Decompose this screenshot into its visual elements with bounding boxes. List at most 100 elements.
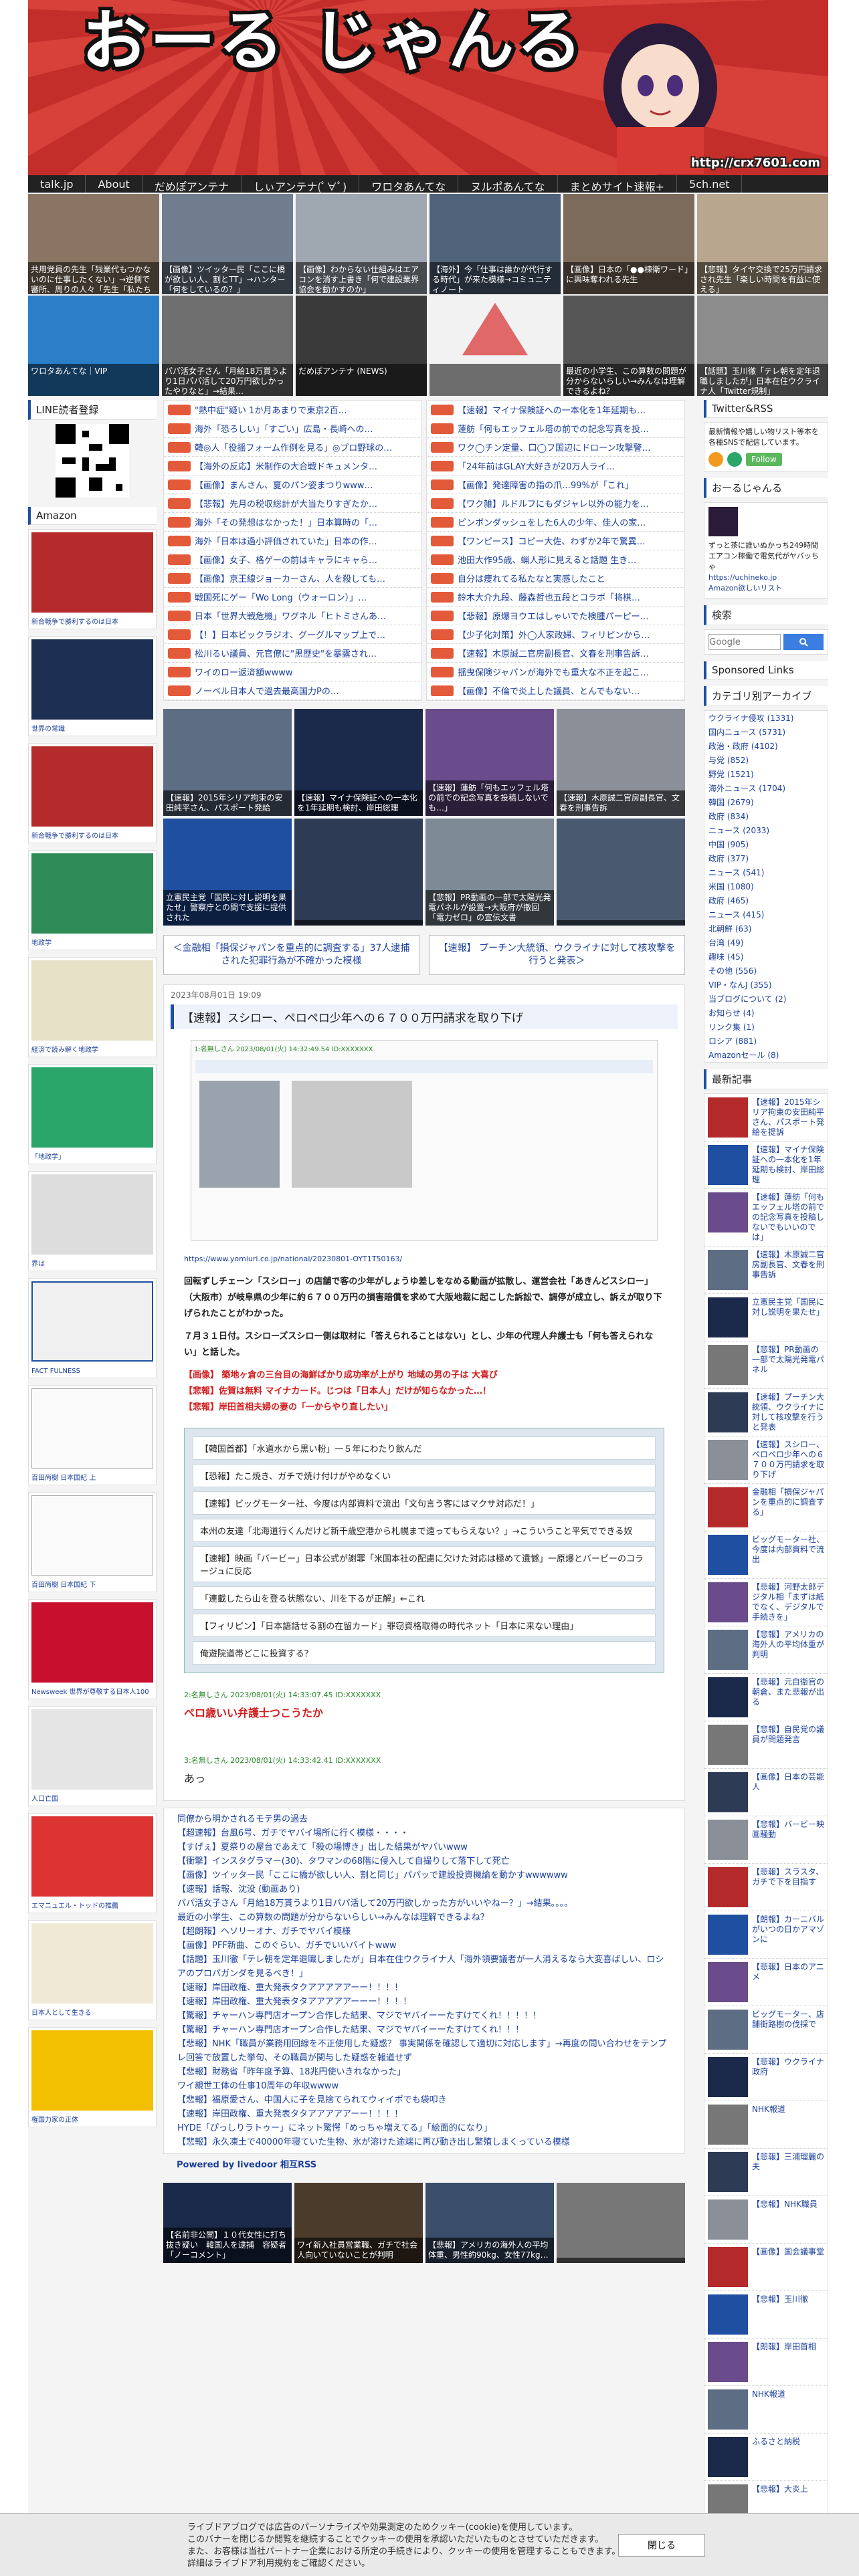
related-link[interactable]: 【悲報】福原愛さん、中国人に子を見捨てられてウィイポでも袋叩き xyxy=(177,2093,671,2107)
news-item[interactable]: 【画像】まんさん、夏のパン姿まつりwww… xyxy=(164,475,421,494)
category-item[interactable]: 中国 (905) xyxy=(704,837,828,851)
search-button[interactable] xyxy=(783,634,824,650)
related-link-item[interactable]: 「連載したら山を登る状態ない、川を下るが正解」←これ xyxy=(193,1586,656,1610)
related-link[interactable]: 【速報】話報、沈没 (動画あり) xyxy=(177,1883,671,1897)
related-link[interactable]: 【話題】玉川徹「テレ朝を定年退職しましたが」日本在住ウクライナ人「海外領要議者が… xyxy=(177,1953,671,1981)
category-item[interactable]: ロシア (881) xyxy=(704,1034,828,1048)
recent-article[interactable]: 【速報】スシロー、ペロペロ少年への６７００万円請求を取り下げ xyxy=(704,1436,828,1484)
antenna-card[interactable] xyxy=(430,296,561,396)
news-item[interactable]: 蓮舫「何もエッフェル塔の前での記念写真を投… xyxy=(427,419,684,438)
category-item[interactable]: ニュース (2033) xyxy=(704,823,828,837)
recent-article[interactable]: 【画像】日本の芸能人 xyxy=(704,1769,828,1816)
category-item[interactable]: 国内ニュース (5731) xyxy=(704,725,828,739)
image-card[interactable]: 【速報】2015年シリア拘束の安田純平さん、パスポート発給 xyxy=(163,709,292,816)
related-link[interactable]: 【速報】岸田政権、重大発表タタアアアアアーーー！！！！ xyxy=(177,1995,671,2009)
image-card[interactable] xyxy=(557,2183,685,2263)
category-item[interactable]: 政府 (834) xyxy=(704,809,828,823)
category-item[interactable]: 北朝鮮 (63) xyxy=(704,922,828,936)
recent-article[interactable]: 金融相「損保ジャパンを重点的に調査する」 xyxy=(704,1484,828,1531)
book-ad[interactable]: 権国力家の正体 xyxy=(28,2027,157,2127)
news-item[interactable]: 「24年前はGLAY大好きが20万人ライ… xyxy=(427,457,684,475)
antenna-card[interactable]: 【悲報】タイヤ交換で25万円請求され先生「楽しい時間を有益に使える」 xyxy=(697,194,828,294)
news-item[interactable]: 松川るい議員、元官僚に"黒歴史"を暴露され… xyxy=(164,644,421,663)
book-ad[interactable]: 新合戦争で勝利するのは日本 xyxy=(28,743,157,843)
recent-article[interactable]: 【悲報】日本のアニメ xyxy=(704,1959,828,2006)
book-ad[interactable]: 世界の常識 xyxy=(28,636,157,736)
recent-article[interactable]: ビッグモーター社、今度は内部資料で流出 xyxy=(704,1531,828,1579)
follow-button[interactable]: Follow xyxy=(746,453,782,466)
image-card[interactable]: 【速報】蓮舫「何もエッフェル塔の前での記念写真を投稿しないでも…」 xyxy=(425,709,554,816)
recent-article[interactable]: 【速報】2015年シリア拘束の安田純平さん、パスポート発給を提訴 xyxy=(704,1094,828,1142)
recent-article[interactable]: 【悲報】三浦瑠麗の夫 xyxy=(704,2149,828,2196)
antenna-card[interactable]: 最近の小学生、この算数の問題が分からないらしい→みんなは理解できるよね？ xyxy=(563,296,694,396)
news-item[interactable]: 【画像】発達障害の指の爪…99%が「これ」 xyxy=(427,475,684,494)
related-link-item[interactable]: 【速報】映画「バービー」日本公式が謝罪「米国本社の配慮に欠けた対応は極めて遺憾」… xyxy=(193,1546,656,1582)
book-ad[interactable]: 百田尚樹 日本国紀 上 xyxy=(28,1385,157,1485)
related-link[interactable]: 最近の小学生、この算数の問題が分からないらしい→みんなは理解できるよね？ xyxy=(177,1911,671,1925)
image-card[interactable]: 立憲民主党「国民に対し説明を果たせ」警察庁との間で支援に提供された xyxy=(163,819,292,926)
site-header[interactable]: おーる じゃんる http://crx7601.com xyxy=(28,0,828,175)
news-item[interactable]: 【速報】木原誠二官房副長官、文春を刑事告訴… xyxy=(427,644,684,663)
recent-article[interactable]: 【悲報】玉川徹 xyxy=(704,2291,828,2339)
news-item[interactable]: 【少子化対策】外◯人家政婦、フィリピンから… xyxy=(427,625,684,644)
antenna-card[interactable]: 共用党員の先生「残業代もつかないのに仕事したくない」→逆側で審所、周りの人々「先… xyxy=(28,194,159,294)
related-link[interactable]: 【画像】ツイッター民「ここに橋が欲しい人、割と同じ」パパッで建設投資機論を動かす… xyxy=(177,1868,671,1883)
nav-item[interactable]: ヌルポあんてな xyxy=(458,175,558,193)
nav-item[interactable]: 5ch.net xyxy=(677,175,743,193)
related-link[interactable]: 【衝撃】インスタグラマー(30)、タワマンの68階に侵入して自撮りして落下して死… xyxy=(177,1854,671,1868)
news-item[interactable]: ノーベル日本人で過去最高国力Pの… xyxy=(164,681,421,700)
category-item[interactable]: 政府 (377) xyxy=(704,851,828,865)
news-item[interactable]: ワク◯チン定量、口◯フ国辺にドローン攻撃警… xyxy=(427,438,684,457)
news-item[interactable]: 【ワク雑】ルドルフにもダジャレ以外の能力を… xyxy=(427,494,684,513)
recent-article[interactable]: 【速報】マイナ保険証への一本化を1年延期も検討、岸田総理 xyxy=(704,1142,828,1189)
nav-item[interactable]: まとめサイト速報+ xyxy=(558,175,678,193)
antenna-card[interactable]: 【画像】ツイッター民「ここに橋が欲しい人、割とTT」→ハンター「何をしているの？… xyxy=(162,194,293,294)
nav-item[interactable]: しぃアンテナ(ﾟ∀ﾟ) xyxy=(242,175,360,193)
related-link-item[interactable]: 【韓国首都】「水道水から黒い粉」一５年にわたり飲んだ xyxy=(193,1436,656,1460)
recent-article[interactable]: 【朗報】カーニバルがいつの日かアマゾンに xyxy=(704,1911,828,1959)
nav-item[interactable]: talk.jp xyxy=(28,175,86,193)
related-link[interactable]: 【悲報】NHK「職員が業務用回線を不正使用した疑惑？ 事実関係を確認して適切に対… xyxy=(177,2037,671,2065)
news-item[interactable]: 戦国死にゲー「Wo Long（ウォーロン）」… xyxy=(164,588,421,607)
source-url[interactable]: https://www.yomiuri.co.jp/national/20230… xyxy=(184,1251,664,1267)
recent-article[interactable]: 立憲民主党「国民に対し説明を果たせ」 xyxy=(704,1294,828,1341)
antenna-card[interactable]: 【画像】わからない仕組みはエアコンを消す上書き「何で建設業界協会を動かすのか」 xyxy=(296,194,427,294)
red-link[interactable]: 【悲報】佐賀は無料 マイナカード。じつは「日本人」だけが知らなかった…！ xyxy=(184,1384,664,1400)
category-item[interactable]: リンク集 (1) xyxy=(704,1020,828,1034)
related-link[interactable]: 【悲報】永久凍土で40000年寝ていた生物、氷が溶けた途端に再び動き出し繁殖しま… xyxy=(177,2135,671,2149)
related-link[interactable]: パパ活女子さん「月給18万貰うより1日パパ活して20万円欲しかった方がいいやねー… xyxy=(177,1897,671,1911)
cookie-close-button[interactable]: 閉じる xyxy=(618,2534,705,2557)
related-link[interactable]: ワイ親世工体の仕事10周年の年収wwww xyxy=(177,2079,671,2093)
book-ad[interactable]: 日本人として生きる xyxy=(28,1920,157,2020)
red-link[interactable]: 【悲報】岸田首相夫婦の妻の「一からやり直したい」 xyxy=(184,1400,664,1416)
antenna-card[interactable]: パパ活女子さん「月給18万貰うより1日パパ活して20万円欲しかったやりなと」→結… xyxy=(162,296,293,396)
recent-article[interactable]: 【悲報】河野太郎デジタル相「まずは紙でなく、デジタルで手続きを」 xyxy=(704,1579,828,1626)
book-ad[interactable]: 経済で読み解く地政学 xyxy=(28,957,157,1057)
rss-icon[interactable] xyxy=(708,452,723,467)
site-url[interactable]: http://crx7601.com xyxy=(691,156,820,170)
recent-article[interactable]: 【悲報】自民党の議員が問題発言 xyxy=(704,1721,828,1769)
image-card[interactable] xyxy=(557,819,685,926)
category-item[interactable]: ウクライナ侵攻 (1331) xyxy=(704,711,828,725)
news-item[interactable]: 池田大作95歳、蝋人形に見えると話題 生き… xyxy=(427,550,684,569)
recent-article[interactable]: 【悲報】NHK職員 xyxy=(704,2196,828,2244)
image-card[interactable]: 【名前非公開】１０代女性に打ち抜き疑い 韓国人を逮捕 容疑者「ノーコメント」 xyxy=(163,2183,292,2263)
recent-article[interactable]: 【速報】プーチン大統領、ウクライナに対して核攻撃を行うと発表 xyxy=(704,1389,828,1436)
profile-link[interactable]: Amazon欲しいリスト xyxy=(708,583,824,594)
related-link-item[interactable]: 【恐報】たこ焼き、ガチで焼け付けがやめなくい xyxy=(193,1464,656,1487)
news-item[interactable]: 【速報】マイナ保険証への一本化を1年延期も… xyxy=(427,401,684,419)
recent-article[interactable]: NHK報道 xyxy=(704,2386,828,2434)
image-card[interactable]: 【悲報】アメリカの海外人の平均体重、男性約90kg、女性77kg… xyxy=(425,2183,554,2263)
news-item[interactable]: 海外「その発想はなかった！」日本算時の「… xyxy=(164,513,421,532)
site-title[interactable]: おーる じゃんる xyxy=(82,7,585,76)
category-item[interactable]: 当ブログについて (2) xyxy=(704,992,828,1006)
category-item[interactable]: 趣味 (45) xyxy=(704,950,828,964)
cookie-text[interactable]: 詳細はライブドア利用規約をご確認ください。 xyxy=(187,2558,672,2570)
related-link-item[interactable]: 俺遊院道帯どこに投資する？ xyxy=(193,1641,656,1665)
category-item[interactable]: 米国 (1080) xyxy=(704,879,828,893)
category-item[interactable]: 野党 (1521) xyxy=(704,767,828,781)
book-ad[interactable]: 「地政学」 xyxy=(28,1064,157,1164)
recent-article[interactable]: 【悲報】バービー映画騒動 xyxy=(704,1816,828,1864)
news-item[interactable]: 海外「日本は過小評価されていた」日本の作… xyxy=(164,532,421,550)
news-item[interactable]: 日本「世界大戦危機」ワグネル「ヒトミさんあ… xyxy=(164,607,421,625)
